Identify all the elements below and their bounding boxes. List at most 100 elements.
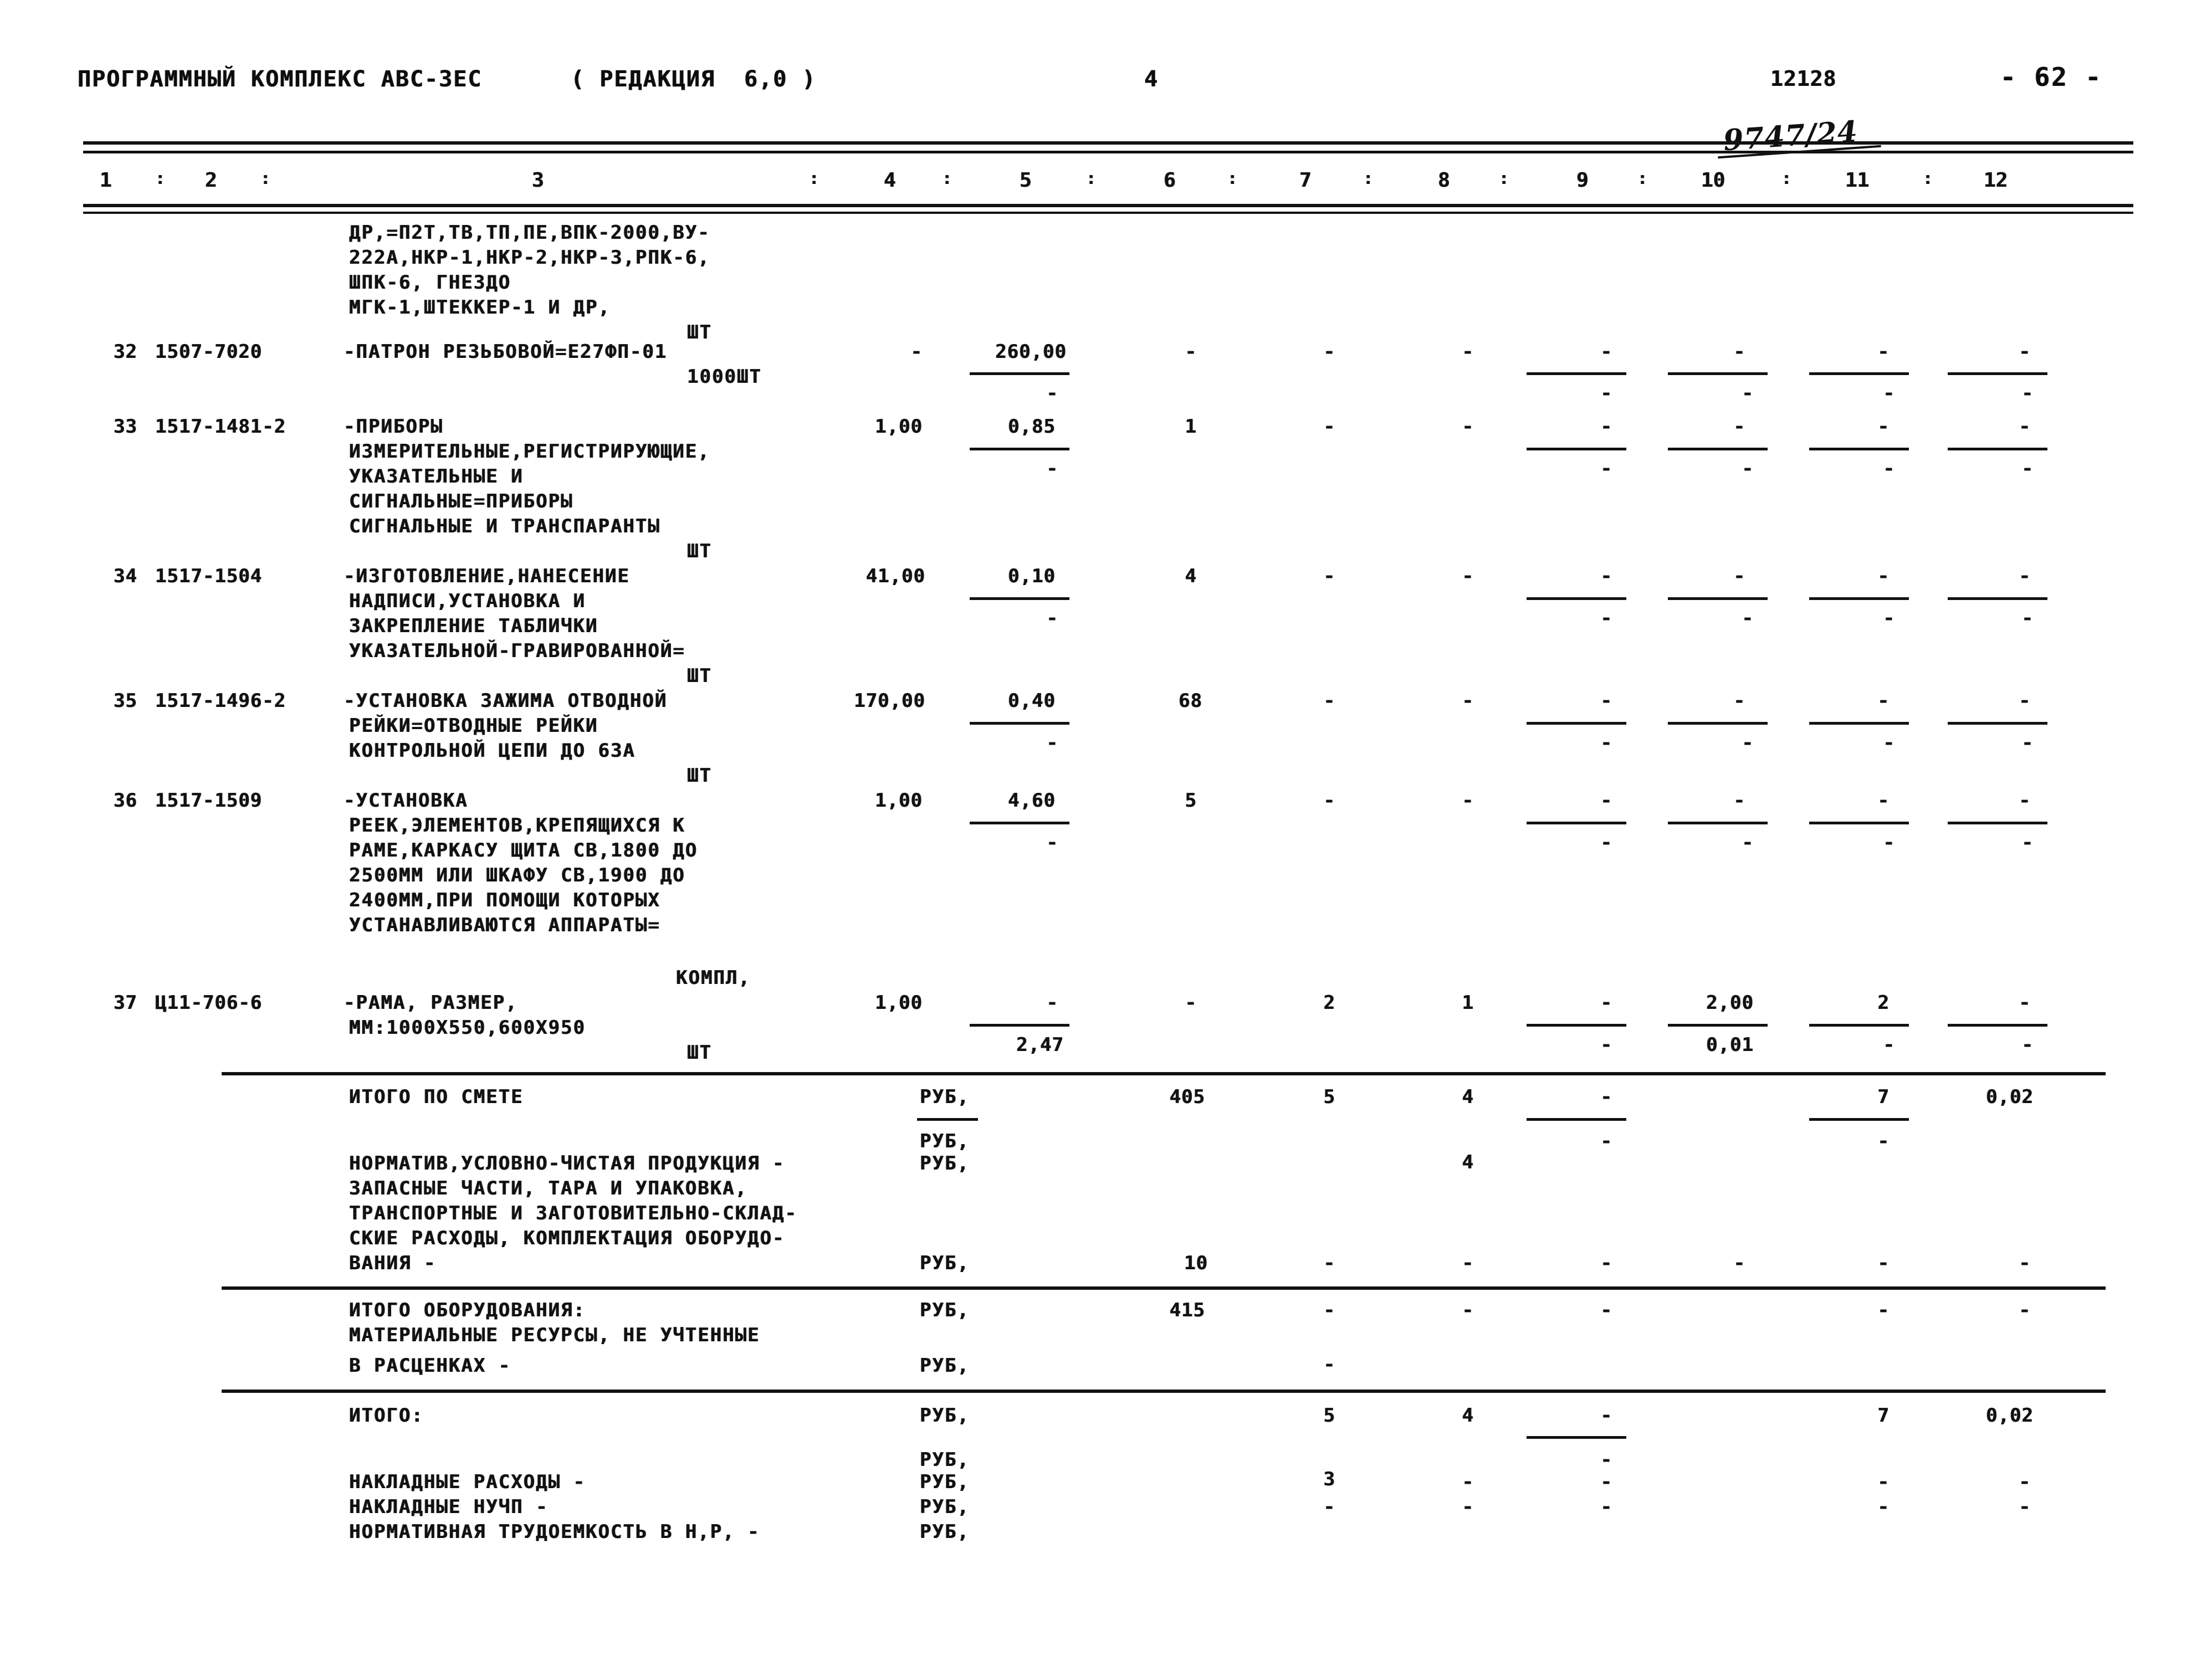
- cell-c4: 41,00: [866, 565, 925, 587]
- table-row-code: 1517-1496-2: [155, 690, 286, 712]
- cell-c12: -: [2019, 992, 2031, 1014]
- cell-c11-second: -: [1883, 607, 1895, 629]
- cell-c5-second: 2,47: [1016, 1034, 1064, 1056]
- summary-label-nakladnye: НОРМАТИВНАЯ ТРУДОЕМКОСТЬ В Н,Р, -: [349, 1521, 760, 1543]
- table-row-number: 36: [114, 789, 137, 812]
- summary-separator: [222, 1390, 2106, 1393]
- cell-c5: 4,60: [1008, 789, 1056, 812]
- cell-c11-second: -: [1883, 1034, 1895, 1056]
- summary-unit: РУБ,: [920, 1449, 970, 1471]
- table-row-code: Ц11-706-6: [155, 992, 263, 1014]
- cell-c5-second: -: [1046, 607, 1058, 629]
- summary-label-nakladnye: НАКЛАДНЫЕ РАСХОДЫ -: [349, 1471, 586, 1493]
- continuation-unit: ШТ: [687, 321, 712, 343]
- summary-cell-c12: -: [2019, 1471, 2031, 1493]
- cell-underline: [1809, 597, 1909, 600]
- summary-underline: [1809, 1118, 1909, 1121]
- summary-label-nakladnye: НАКЛАДНЫЕ НУЧП -: [349, 1496, 549, 1518]
- cell-c10: -: [1733, 416, 1745, 438]
- table-row-code: 1517-1504: [155, 565, 263, 587]
- cell-underline: [970, 722, 1069, 725]
- table-row-description: СИГНАЛЬНЫЕ И ТРАНСПАРАНТЫ: [349, 515, 660, 537]
- summary-unit: РУБ,: [920, 1521, 970, 1543]
- cell-underline: [1527, 448, 1626, 450]
- summary-unit: РУБ,: [920, 1404, 970, 1427]
- table-row-unit: ШТ: [687, 1042, 712, 1064]
- table-row-number: 32: [114, 341, 137, 363]
- summary-cell-c11-second: -: [1877, 1252, 1890, 1274]
- cell-c5: 0,40: [1008, 690, 1056, 712]
- summary-cell-c12: 0,02: [1986, 1086, 2034, 1108]
- cell-c10: 2,00: [1706, 992, 1754, 1014]
- summary-cell-c9: -: [1600, 1404, 1612, 1427]
- table-row-description: РЕЙКИ=ОТВОДНЫЕ РЕЙКИ: [349, 715, 598, 737]
- table-row-description: НАДПИСИ,УСТАНОВКА И: [349, 590, 586, 612]
- document-page: ПРОГРАММНЫЙ КОМПЛЕКС АВС-3ЕС ( РЕДАКЦИЯ …: [0, 0, 2212, 1656]
- summary-cell-c6: 405: [1169, 1086, 1205, 1108]
- table-row-description: РАМЕ,КАРКАСУ ЩИТА СВ,1800 ДО: [349, 839, 698, 862]
- table-row-number: 35: [114, 690, 137, 712]
- cell-c12: -: [2019, 690, 2031, 712]
- summary-cell-c9-second: -: [1600, 1471, 1612, 1493]
- cell-c8: 1: [1462, 992, 1474, 1014]
- table-row-description: ММ:1000Х550,600Х950: [349, 1017, 586, 1039]
- summary-cell-c8: 4: [1462, 1086, 1474, 1108]
- cell-c9-second: -: [1600, 607, 1612, 629]
- cell-underline: [1809, 448, 1909, 450]
- cell-c9-second: -: [1600, 382, 1612, 404]
- continuation-desc-line: ДР,=П2Т,ТВ,ТП,ПЕ,ВПК-2000,ВУ-: [349, 222, 710, 244]
- cell-c8: -: [1462, 690, 1474, 712]
- summary-cell-c7: 5: [1323, 1404, 1335, 1427]
- cell-c5: 260,00: [995, 341, 1067, 363]
- cell-c9: -: [1600, 565, 1612, 587]
- cell-underline: [970, 1024, 1069, 1027]
- summary-label-itogo-po-smete: ИТОГО ПО СМЕТЕ: [349, 1086, 524, 1108]
- cell-c6: 4: [1185, 565, 1197, 587]
- cell-underline: [1527, 1024, 1626, 1027]
- continuation-desc-line: ШПК-6, ГНЕЗДО: [349, 271, 511, 294]
- cell-underline: [1809, 822, 1909, 824]
- cell-c5-second: -: [1046, 458, 1058, 480]
- summary-cell-c11: -: [1877, 1299, 1890, 1321]
- summary-cell-c11: 7: [1877, 1404, 1890, 1427]
- cell-c12-second: -: [2021, 382, 2034, 404]
- summary-cell-c8: 4: [1462, 1404, 1474, 1427]
- table-row-description: УКАЗАТЕЛЬНЫЕ И: [349, 465, 524, 488]
- cell-c6: -: [1185, 341, 1197, 363]
- cell-c7: -: [1323, 789, 1335, 812]
- cell-underline: [1527, 372, 1626, 375]
- cell-c9: -: [1600, 690, 1612, 712]
- table-row-code: 1517-1509: [155, 789, 263, 812]
- continuation-desc-line: 222А,НКР-1,НКР-2,НКР-3,РПК-6,: [349, 247, 710, 269]
- summary-unit: РУБ,: [920, 1355, 970, 1377]
- summary-cell-c7: 3: [1323, 1468, 1335, 1490]
- cell-underline: [970, 597, 1069, 600]
- summary-cell-c11: -: [1877, 1471, 1890, 1493]
- summary-cell-c8: -: [1462, 1471, 1474, 1493]
- summary-cell-c12: -: [2019, 1299, 2031, 1321]
- table-row-unit: ШТ: [687, 665, 712, 687]
- summary-label-normativ: ВАНИЯ -: [349, 1252, 437, 1274]
- summary-cell-c9: -: [1600, 1299, 1612, 1321]
- cell-c10: -: [1733, 341, 1745, 363]
- cell-c5-second: -: [1046, 732, 1058, 754]
- summary-cell-c11: 7: [1877, 1086, 1890, 1108]
- summary-cell-c9: -: [1600, 1449, 1612, 1471]
- summary-cell-c9-third: -: [1600, 1496, 1612, 1518]
- cell-c4: 170,00: [854, 690, 925, 712]
- cell-underline: [1948, 1024, 2047, 1027]
- continuation-desc-line: МГК-1,ШТЕККЕР-1 И ДР,: [349, 296, 611, 319]
- cell-underline: [970, 372, 1069, 375]
- table-row-description: 2500ММ ИЛИ ШКАФУ СВ,1900 ДО: [349, 864, 685, 886]
- cell-underline: [1809, 372, 1909, 375]
- cell-c4: -: [910, 341, 923, 363]
- table-row-description: -УСТАНОВКА ЗАЖИМА ОТВОДНОЙ: [344, 690, 668, 712]
- table-row-unit: ШТ: [687, 765, 712, 787]
- summary-unit: РУБ,: [920, 1152, 970, 1175]
- cell-c11: -: [1877, 341, 1890, 363]
- cell-underline: [1948, 372, 2047, 375]
- cell-underline: [1948, 597, 2047, 600]
- cell-underline: [1948, 822, 2047, 824]
- summary-unit: РУБ,: [920, 1471, 970, 1493]
- table-row-description: РЕЕК,ЭЛЕМЕНТОВ,КРЕПЯЩИХСЯ К: [349, 814, 685, 837]
